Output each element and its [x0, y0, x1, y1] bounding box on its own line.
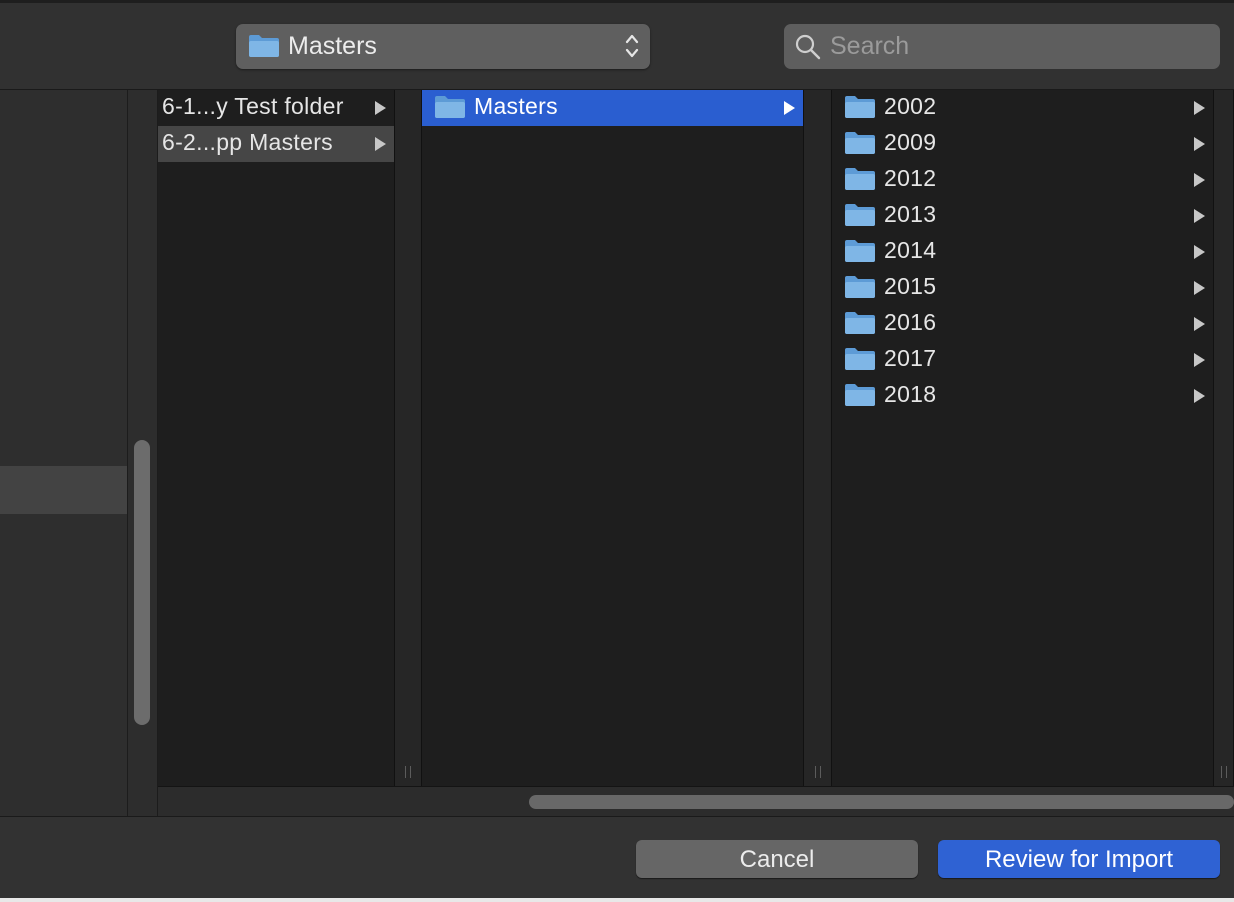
column-3-item[interactable]: 2015 [832, 270, 1213, 306]
item-label: 2018 [884, 381, 937, 407]
item-label: 2002 [884, 93, 937, 119]
item-label: 2013 [884, 201, 937, 227]
disclosure-arrow-icon [784, 101, 795, 115]
item-label: 6-2...pp Masters [162, 129, 333, 155]
path-popup-button[interactable]: Masters [236, 24, 650, 69]
folder-icon [844, 167, 876, 197]
sidebar-scrollbar-thumb[interactable] [134, 440, 150, 725]
item-label: 2015 [884, 273, 937, 299]
column-3-resize-divider[interactable] [1213, 90, 1234, 786]
item-label: 6-1...y Test folder [162, 93, 344, 119]
disclosure-arrow-icon [1194, 317, 1205, 331]
search-icon [794, 33, 822, 66]
browser-column-3[interactable]: 2002 2009 2012 2013 2014 2015 2016 2017 2018 [832, 90, 1213, 786]
cancel-button[interactable]: Cancel [636, 840, 918, 878]
item-label: 2009 [884, 129, 937, 155]
folder-icon [844, 239, 876, 269]
disclosure-arrow-icon [1194, 353, 1205, 367]
item-label: 2012 [884, 165, 937, 191]
folder-icon [844, 347, 876, 377]
column-2-item-masters[interactable]: Masters [422, 90, 803, 126]
sidebar-selected-item[interactable] [0, 466, 127, 514]
disclosure-arrow-icon [1194, 389, 1205, 403]
folder-icon [844, 275, 876, 305]
item-label: 2016 [884, 309, 937, 335]
review-for-import-button[interactable]: Review for Import [938, 840, 1220, 878]
up-down-chevron-icon [624, 29, 640, 63]
folder-icon [844, 383, 876, 413]
browser-column-2[interactable]: Masters [422, 90, 803, 786]
folder-icon [434, 95, 466, 125]
column-3-item[interactable]: 2012 [832, 162, 1213, 198]
disclosure-arrow-icon [375, 137, 386, 151]
column-1-item[interactable]: 6-1...y Test folder [158, 90, 394, 126]
column-1-item[interactable]: 6-2...pp Masters [158, 126, 394, 162]
folder-icon [844, 95, 876, 125]
column-3-item[interactable]: 2016 [832, 306, 1213, 342]
disclosure-arrow-icon [1194, 245, 1205, 259]
disclosure-arrow-icon [1194, 209, 1205, 223]
column-3-item[interactable]: 2018 [832, 378, 1213, 414]
browser-column-1[interactable]: 6-1...y Test folder 6-2...pp Masters [158, 90, 394, 786]
column-3-item[interactable]: 2014 [832, 234, 1213, 270]
search-field[interactable] [784, 24, 1220, 69]
resize-grip-icon [402, 766, 414, 778]
window-edge [0, 898, 1234, 902]
item-label: Masters [474, 93, 558, 119]
column-2-resize-divider[interactable] [803, 90, 832, 786]
search-input[interactable] [830, 30, 1200, 62]
folder-icon [844, 203, 876, 233]
resize-grip-icon [812, 766, 824, 778]
disclosure-arrow-icon [1194, 101, 1205, 115]
disclosure-arrow-icon [1194, 173, 1205, 187]
folder-icon [844, 311, 876, 341]
horizontal-scrollbar-thumb[interactable] [529, 795, 1234, 809]
path-popup-label: Masters [288, 32, 377, 60]
column-3-item[interactable]: 2017 [832, 342, 1213, 378]
disclosure-arrow-icon [1194, 281, 1205, 295]
disclosure-arrow-icon [1194, 137, 1205, 151]
resize-grip-icon [1218, 766, 1230, 778]
column-3-item[interactable]: 2002 [832, 90, 1213, 126]
sidebar[interactable] [0, 90, 127, 816]
folder-icon [248, 34, 280, 63]
column-3-item[interactable]: 2009 [832, 126, 1213, 162]
item-label: 2017 [884, 345, 937, 371]
column-3-item[interactable]: 2013 [832, 198, 1213, 234]
item-label: 2014 [884, 237, 937, 263]
column-1-resize-divider[interactable] [394, 90, 422, 786]
disclosure-arrow-icon [375, 101, 386, 115]
folder-icon [844, 131, 876, 161]
